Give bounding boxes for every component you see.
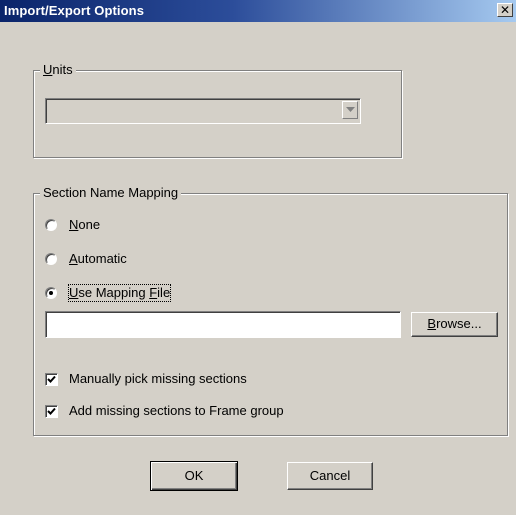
add-missing-label[interactable]: Add missing sections to Frame group <box>69 403 284 419</box>
window-title: Import/Export Options <box>4 3 145 18</box>
ok-button[interactable]: OK <box>150 461 238 491</box>
checkmark-icon <box>47 407 56 415</box>
units-group: Units <box>33 62 402 158</box>
manual-pick-label[interactable]: Manually pick missing sections <box>69 371 247 387</box>
manual-pick-checkbox[interactable] <box>45 373 58 386</box>
radio-use-mapping-file[interactable] <box>45 287 57 299</box>
mapping-file-input[interactable] <box>45 311 401 338</box>
checkmark-icon <box>47 375 56 383</box>
section-name-mapping-legend: Section Name Mapping <box>40 185 182 201</box>
chevron-down-icon <box>346 107 355 112</box>
radio-selected-dot <box>49 291 53 295</box>
title-bar[interactable]: Import/Export Options ✕ <box>0 0 516 22</box>
radio-none[interactable] <box>45 219 57 231</box>
close-icon: ✕ <box>499 3 511 17</box>
radio-automatic-label[interactable]: Automatic <box>69 251 127 267</box>
radio-none-label[interactable]: None <box>69 217 100 233</box>
section-name-mapping-group: Section Name Mapping None Automatic Use … <box>33 185 508 436</box>
units-legend: Units <box>40 62 76 78</box>
add-missing-checkbox[interactable] <box>45 405 58 418</box>
import-export-dialog: Import/Export Options ✕ Units Section Na… <box>0 0 516 515</box>
radio-automatic[interactable] <box>45 253 57 265</box>
radio-use-mapping-file-label[interactable]: Use Mapping File <box>67 284 172 302</box>
cancel-button[interactable]: Cancel <box>287 462 373 490</box>
close-button[interactable]: ✕ <box>497 3 513 17</box>
browse-button[interactable]: Browse... <box>411 312 498 337</box>
units-dropdown-button[interactable] <box>342 101 358 119</box>
units-combobox[interactable] <box>45 98 361 124</box>
